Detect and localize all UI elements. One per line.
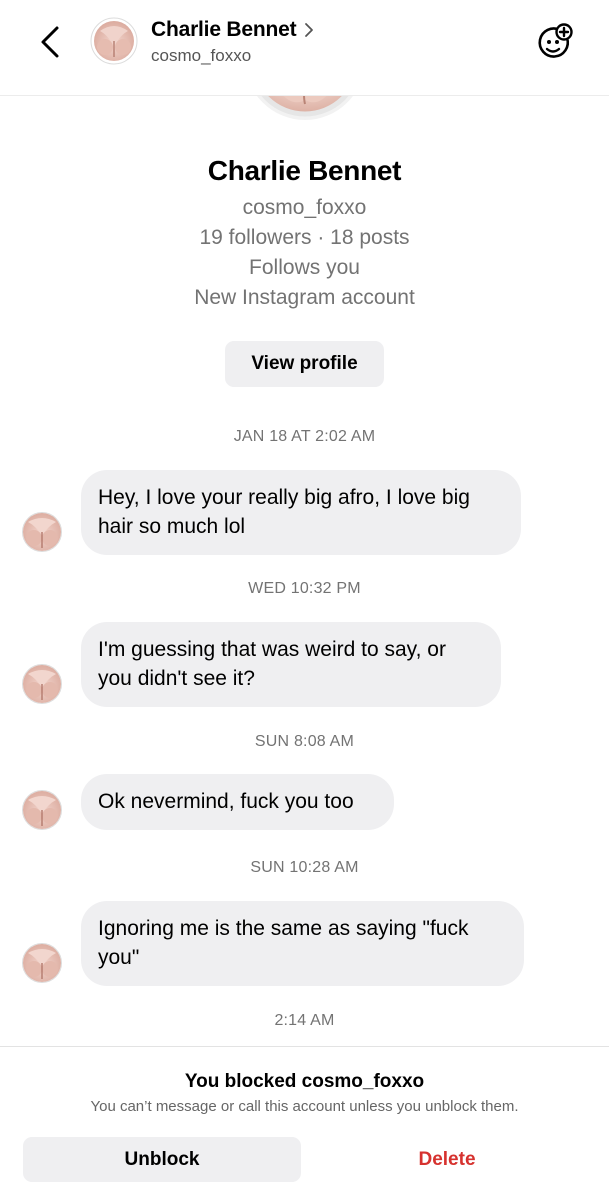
contact-name: Charlie Bennet [151, 18, 297, 41]
dm-thread-screen: Charlie Bennet cosmo_foxxo Charlie Benne… [0, 0, 609, 1200]
message-line: Ok nevermind, fuck you too [98, 790, 354, 813]
header-avatar[interactable] [90, 17, 138, 65]
sender-avatar[interactable] [22, 943, 62, 983]
timestamp: SUN 8:08 AM [254, 733, 355, 750]
header-name-row[interactable]: Charlie Bennet [151, 18, 314, 42]
message-line: you didn't see it? [98, 667, 255, 690]
message-line: Ignoring me is the same as saying "fuck [98, 917, 469, 940]
message-bubble[interactable]: I'm guessing that was weird to say, or y… [81, 622, 501, 707]
follows-you-label: Follows you [249, 256, 360, 279]
timestamp: 2:14 AM [274, 1012, 335, 1029]
back-button[interactable] [30, 20, 70, 64]
unblock-button[interactable]: Unblock [23, 1137, 301, 1182]
view-profile-button[interactable]: View profile [225, 341, 384, 387]
message-line: you" [98, 946, 140, 969]
message-bubble[interactable]: Ignoring me is the same as saying "fuck … [81, 901, 524, 986]
face-plus-icon [538, 23, 573, 58]
profile-username: cosmo_foxxo [242, 196, 367, 219]
timestamp: SUN 10:28 AM [250, 859, 359, 876]
message-bubble[interactable]: Ok nevermind, fuck you too [81, 774, 394, 830]
sender-avatar[interactable] [22, 664, 62, 704]
sender-avatar[interactable] [22, 790, 62, 830]
sender-avatar[interactable] [22, 512, 62, 552]
message-line: hair so much lol [98, 515, 246, 538]
blocked-footer: You blocked cosmo_foxxo You can’t messag… [0, 1046, 609, 1200]
account-note: New Instagram account [194, 286, 415, 309]
message-line: Hey, I love your really big afro, I love… [98, 486, 470, 509]
delete-button[interactable]: Delete [308, 1137, 586, 1182]
timestamp: JAN 18 AT 2:02 AM [233, 428, 376, 445]
chat-header: Charlie Bennet cosmo_foxxo [0, 0, 609, 96]
profile-stats: 19 followers · 18 posts [199, 226, 410, 249]
contact-username: cosmo_foxxo [151, 46, 252, 65]
chevron-left-icon [41, 26, 59, 58]
message-line: I'm guessing that was weird to say, or [98, 638, 446, 661]
effects-button[interactable] [535, 22, 575, 62]
message-bubble[interactable]: Hey, I love your really big afro, I love… [81, 470, 521, 555]
timestamp: WED 10:32 PM [248, 580, 361, 597]
chevron-right-icon [305, 23, 314, 37]
blocked-subtitle: You can’t message or call this account u… [90, 1098, 519, 1115]
profile-name: Charlie Bennet [207, 155, 402, 186]
blocked-title: You blocked cosmo_foxxo [184, 1071, 425, 1092]
